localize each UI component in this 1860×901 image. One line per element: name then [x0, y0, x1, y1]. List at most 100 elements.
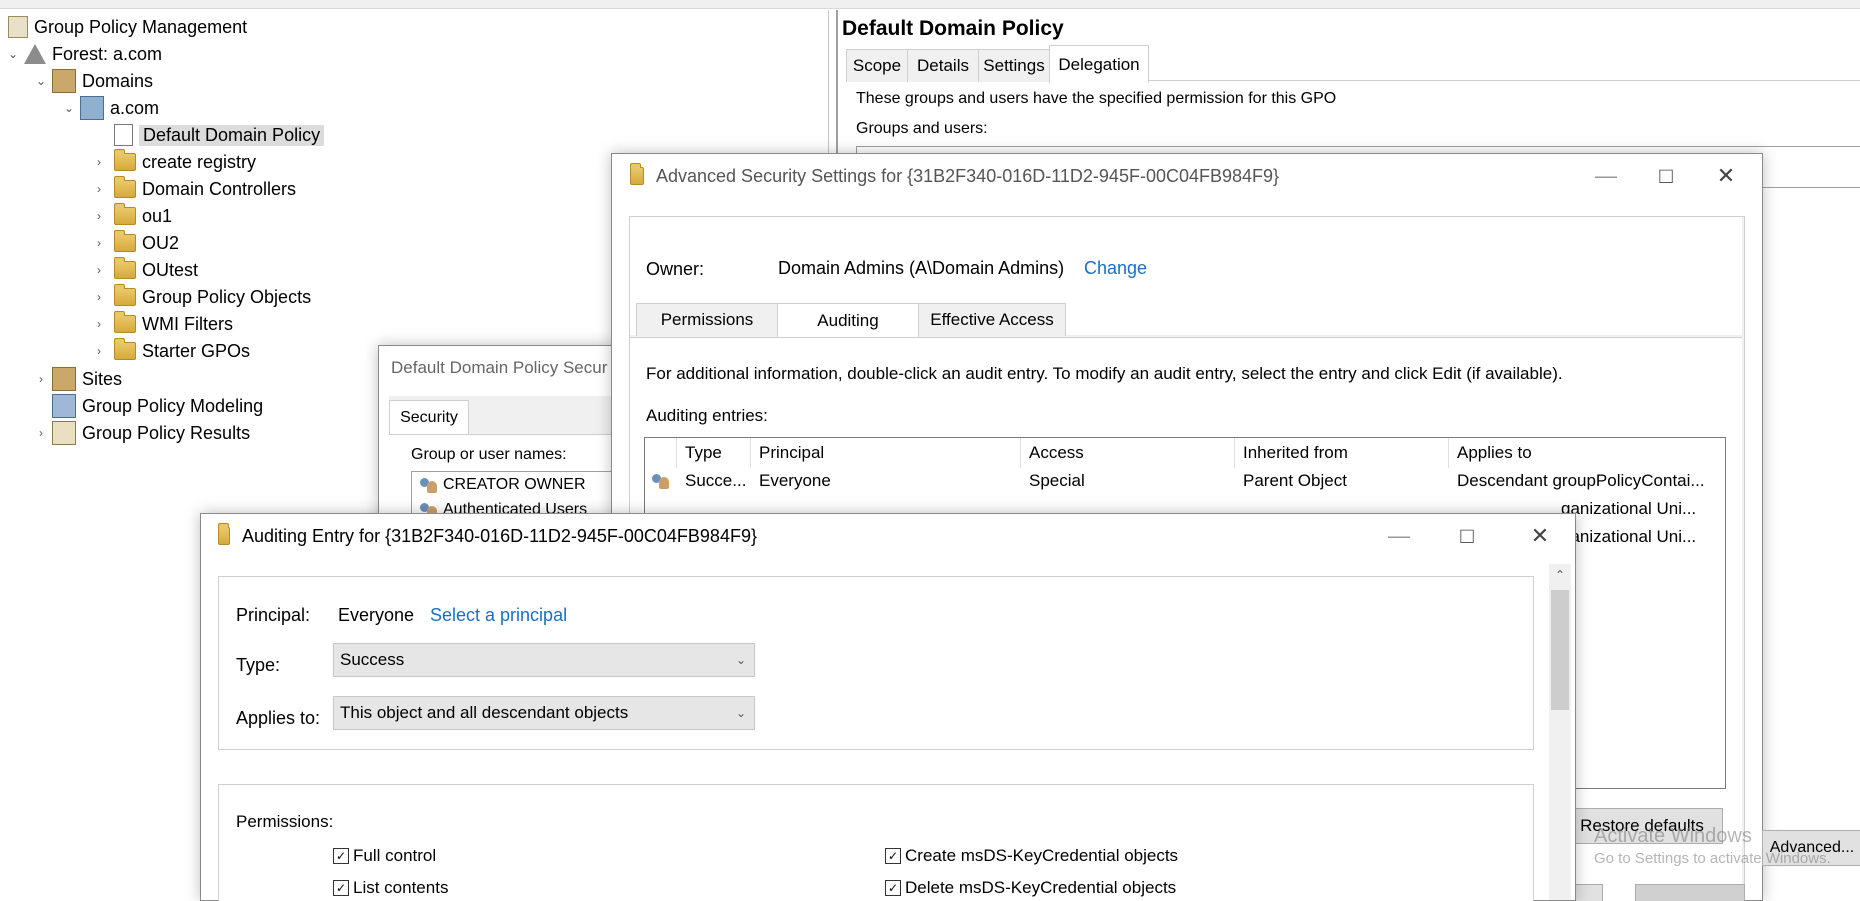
tree-root[interactable]: Group Policy Management: [4, 14, 247, 40]
column-header-applies-to[interactable]: Applies to: [1449, 438, 1725, 468]
modeling-icon: [52, 394, 76, 418]
applies-to-select[interactable]: This object and all descendant objects ⌄: [333, 696, 755, 730]
tree-domain-label: a.com: [110, 97, 160, 118]
tree-ou-domain-controllers[interactable]: › Domain Controllers: [92, 176, 296, 202]
column-header-principal[interactable]: Principal: [751, 438, 1021, 468]
chevron-down-icon: ⌄: [735, 706, 746, 720]
tree-group-policy-objects[interactable]: › Group Policy Objects: [92, 284, 311, 310]
user-name: CREATOR OWNER: [443, 476, 586, 493]
tab-security[interactable]: Security: [389, 400, 469, 435]
row-access: Special: [1029, 471, 1085, 490]
tree-ou-create-registry[interactable]: › create registry: [92, 149, 256, 175]
chevron-right-icon[interactable]: ›: [34, 426, 48, 440]
tab-details[interactable]: Details: [907, 49, 979, 82]
vertical-scrollbar[interactable]: ⌃: [1549, 564, 1571, 900]
domains-icon: [52, 69, 76, 93]
tree-starter-gpos[interactable]: › Starter GPOs: [92, 338, 250, 364]
tree-sites[interactable]: › Sites: [34, 366, 122, 392]
tree-results-label: Group Policy Results: [82, 422, 251, 443]
gpo-title: Default Domain Policy: [842, 17, 1064, 40]
tree-item-label: ou1: [142, 205, 173, 226]
chevron-right-icon[interactable]: ›: [92, 290, 106, 304]
column-header-access[interactable]: Access: [1021, 438, 1235, 468]
chevron-down-icon[interactable]: ⌄: [34, 74, 48, 88]
tree-modeling[interactable]: Group Policy Modeling: [34, 393, 263, 419]
tree-item-label: Group Policy Objects: [142, 286, 312, 307]
minimize-button[interactable]: —: [1576, 154, 1636, 198]
tree-domain[interactable]: ⌄ a.com: [62, 95, 159, 121]
perm-delete-keycredential[interactable]: ✓ Delete msDS-KeyCredential objects: [885, 878, 1176, 898]
tab-settings[interactable]: Settings: [978, 49, 1050, 82]
minimize-button[interactable]: —: [1369, 514, 1429, 558]
row-applies: Descendant groupPolicyContai...: [1457, 471, 1705, 490]
tree-forest[interactable]: ⌄ Forest: a.com: [6, 41, 162, 67]
folder-icon: [630, 163, 644, 185]
sites-icon: [52, 367, 76, 391]
checkbox-checked-icon[interactable]: ✓: [333, 848, 349, 864]
tree-forest-label: Forest: a.com: [52, 43, 163, 64]
tree-ou-ou1[interactable]: › ou1: [92, 203, 172, 229]
chevron-right-icon[interactable]: ›: [92, 236, 106, 250]
applies-to-select-value: This object and all descendant objects: [340, 703, 629, 722]
select-principal-link[interactable]: Select a principal: [430, 605, 567, 626]
chevron-down-icon[interactable]: ⌄: [62, 101, 76, 115]
checkbox-checked-icon[interactable]: ✓: [885, 848, 901, 864]
owner-value: Domain Admins (A\Domain Admins): [778, 258, 1065, 278]
row-type: Succe...: [685, 471, 747, 490]
gpo-icon: [114, 124, 133, 146]
tree-ou-ou2[interactable]: › OU2: [92, 230, 179, 256]
tab-scope[interactable]: Scope: [846, 49, 908, 82]
row-applies: ganizational Uni...: [1561, 499, 1697, 518]
column-header-inherited-from[interactable]: Inherited from: [1235, 438, 1449, 468]
advanced-bottom-button[interactable]: [1635, 884, 1745, 901]
tree-selected-label: Default Domain Policy: [139, 124, 325, 146]
chevron-right-icon[interactable]: ›: [92, 344, 106, 358]
tree-selected-gpo[interactable]: Default Domain Policy: [114, 122, 325, 148]
tree-wmi-filters[interactable]: › WMI Filters: [92, 311, 233, 337]
ou-folder-icon: [114, 257, 136, 279]
row-applies: ganizational Uni...: [1561, 527, 1697, 546]
close-button[interactable]: ✕: [1510, 514, 1570, 558]
type-select[interactable]: Success ⌄: [333, 643, 755, 677]
close-button[interactable]: ✕: [1696, 154, 1756, 198]
chevron-right-icon[interactable]: ›: [92, 317, 106, 331]
tree-item-label: OUtest: [142, 259, 199, 280]
maximize-button[interactable]: □: [1636, 154, 1696, 198]
tree-domains[interactable]: ⌄ Domains: [34, 68, 153, 94]
checkbox-checked-icon[interactable]: ✓: [885, 880, 901, 896]
ou-folder-icon: [114, 149, 136, 171]
security-dialog-title: Default Domain Policy Secur: [391, 358, 608, 377]
chevron-right-icon[interactable]: ›: [92, 182, 106, 196]
tree-results[interactable]: › Group Policy Results: [34, 420, 250, 446]
tab-effective-access[interactable]: Effective Access: [918, 303, 1066, 336]
row-principal: Everyone: [759, 471, 831, 490]
column-header-icon[interactable]: [645, 438, 677, 468]
users-icon: [651, 472, 671, 490]
chevron-right-icon[interactable]: ›: [34, 372, 48, 386]
checkbox-checked-icon[interactable]: ✓: [333, 880, 349, 896]
scroll-up-arrow-icon[interactable]: ⌃: [1549, 564, 1571, 586]
chevron-right-icon[interactable]: ›: [92, 155, 106, 169]
change-owner-link[interactable]: Change: [1084, 258, 1147, 279]
maximize-button[interactable]: □: [1437, 514, 1497, 558]
column-header-type[interactable]: Type: [677, 438, 751, 468]
tab-permissions[interactable]: Permissions: [636, 303, 778, 336]
advanced-title: Advanced Security Settings for {31B2F340…: [656, 165, 1280, 186]
tree-root-label: Group Policy Management: [34, 16, 248, 37]
perm-create-keycredential[interactable]: ✓ Create msDS-KeyCredential objects: [885, 846, 1178, 866]
forest-icon: [24, 44, 46, 64]
list-item[interactable]: CREATOR OWNER: [419, 476, 586, 494]
tab-auditing[interactable]: Auditing: [777, 303, 919, 338]
tree-ou-outest[interactable]: › OUtest: [92, 257, 198, 283]
perm-list-contents[interactable]: ✓ List contents: [333, 878, 448, 898]
results-icon: [52, 421, 76, 445]
tab-delegation[interactable]: Delegation: [1049, 45, 1149, 83]
chevron-right-icon[interactable]: ›: [92, 209, 106, 223]
perm-full-control[interactable]: ✓ Full control: [333, 846, 436, 866]
scroll-thumb[interactable]: [1551, 590, 1569, 710]
chevron-right-icon[interactable]: ›: [92, 263, 106, 277]
ou-folder-icon: [114, 176, 136, 198]
gpm-icon: [8, 16, 28, 38]
chevron-down-icon[interactable]: ⌄: [6, 47, 20, 61]
